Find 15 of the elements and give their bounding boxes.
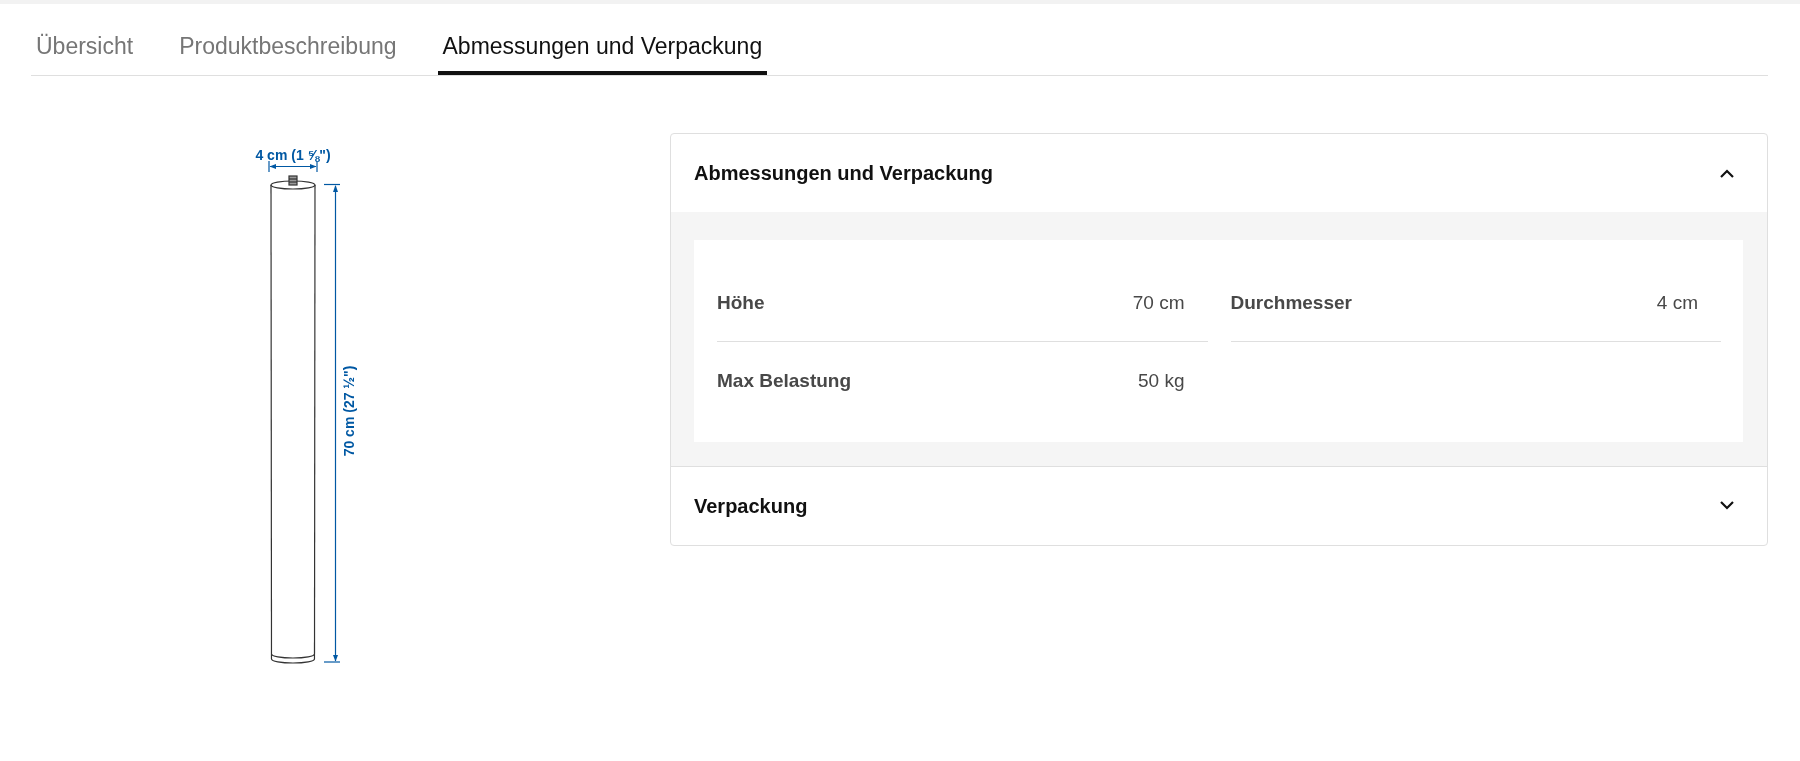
tab[interactable]: Abmessungen und Verpackung <box>437 4 768 75</box>
spec-value: 50 kg <box>1138 369 1185 393</box>
spec-label: Höhe <box>717 291 765 315</box>
chevron-up-icon <box>1719 168 1735 178</box>
spec-value: 4 cm <box>1656 291 1698 315</box>
spec-label: Durchmesser <box>1230 291 1352 315</box>
tab[interactable]: Produktbeschreibung <box>174 4 402 75</box>
dimension-label: 4 cm (1 ⅝") <box>255 147 331 163</box>
dimension-label: 70 cm (27 ½") <box>341 365 357 457</box>
spec-value: 70 cm <box>1132 291 1185 315</box>
tab[interactable]: Übersicht <box>31 4 139 75</box>
spec-label: Max Belastung <box>717 369 852 393</box>
accordion-header[interactable]: Verpackung <box>671 467 1767 545</box>
accordion-header[interactable]: Abmessungen und Verpackung <box>671 134 1767 212</box>
chevron-down-icon <box>1719 501 1735 511</box>
